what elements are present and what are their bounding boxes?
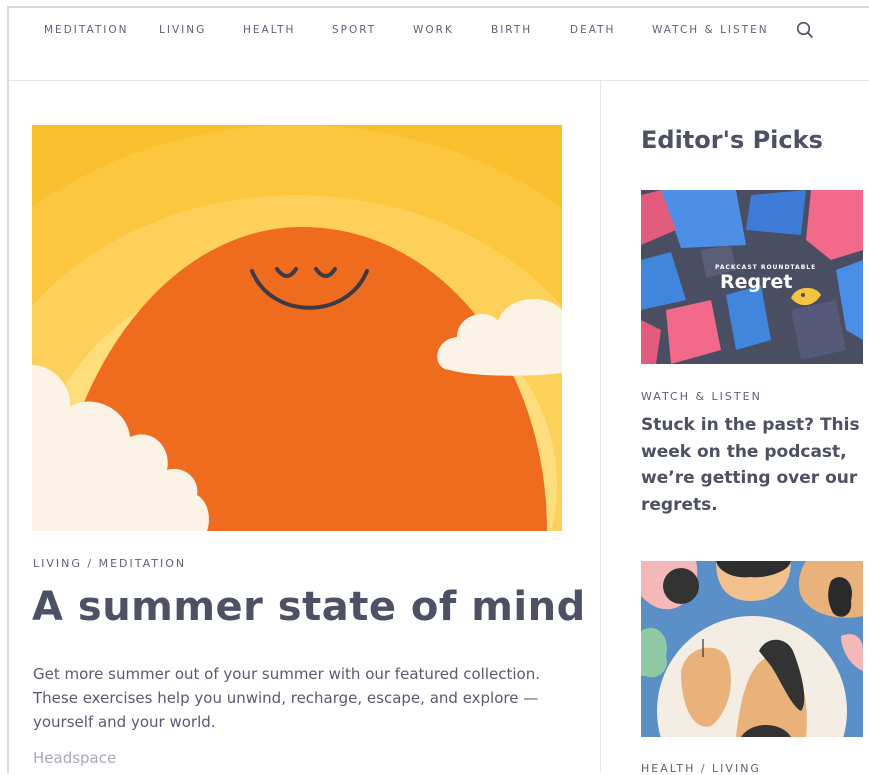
nav-item-sport[interactable]: SPORT: [332, 24, 376, 36]
nav-item-death[interactable]: DEATH: [570, 24, 615, 36]
pick-image-kicker: PACKCAST ROUNDTABLE: [715, 264, 817, 271]
nav-item-living[interactable]: LIVING: [159, 24, 206, 36]
hero-category[interactable]: LIVING / MEDITATION: [33, 557, 186, 570]
hero-image[interactable]: [32, 125, 562, 531]
nav-item-work[interactable]: WORK: [413, 24, 454, 36]
pick-image-title: Regret: [720, 271, 793, 293]
nav-item-health[interactable]: HEALTH: [243, 24, 295, 36]
hero-author[interactable]: Headspace: [33, 749, 116, 767]
nav-item-watch-listen[interactable]: WATCH & LISTEN: [652, 24, 769, 36]
hero-description: Get more summer out of your summer with …: [33, 665, 540, 731]
search-icon[interactable]: [796, 21, 814, 39]
pick-people-image[interactable]: [641, 561, 863, 737]
pick-headline[interactable]: Stuck in the past? This week on the podc…: [641, 412, 863, 518]
pick-category[interactable]: WATCH & LISTEN: [641, 390, 762, 403]
hero-title[interactable]: A summer state of mind: [32, 584, 592, 630]
main-navigation: MEDITATION LIVING HEALTH SPORT WORK BIRT…: [9, 8, 869, 81]
pick-regret-image[interactable]: PACKCAST ROUNDTABLE Regret: [641, 190, 863, 364]
pick-category[interactable]: HEALTH / LIVING: [641, 762, 761, 775]
editors-picks-title: Editor's Picks: [641, 126, 823, 154]
column-divider: [600, 81, 601, 773]
nav-item-birth[interactable]: BIRTH: [491, 24, 532, 36]
nav-item-meditation[interactable]: MEDITATION: [44, 24, 128, 36]
window-border-left: [7, 6, 9, 773]
